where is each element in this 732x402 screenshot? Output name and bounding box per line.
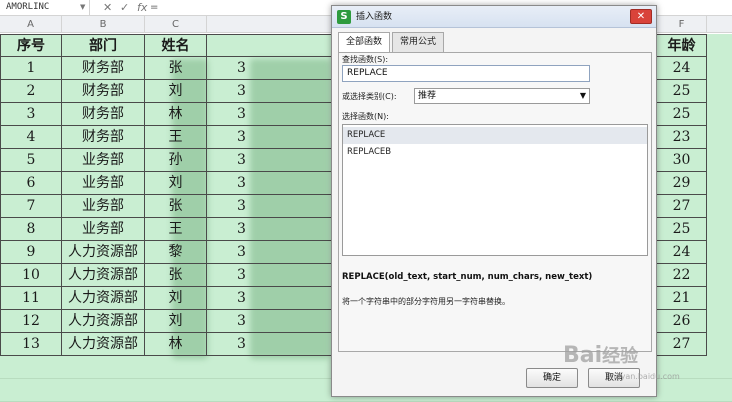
cell-name[interactable]: 王 <box>145 218 207 241</box>
wps-logo-icon: S <box>337 10 351 24</box>
cell-age[interactable]: 27 <box>657 195 707 218</box>
cell-name[interactable]: 刘 <box>145 287 207 310</box>
cell-dept[interactable]: 财务部 <box>62 57 145 80</box>
cell-name[interactable]: 王 <box>145 126 207 149</box>
fx-icon[interactable]: fx <box>137 0 147 15</box>
function-list[interactable]: REPLACE REPLACEB <box>342 124 648 256</box>
cell-name[interactable]: 林 <box>145 333 207 356</box>
cell-age[interactable]: 25 <box>657 80 707 103</box>
cell-dept[interactable]: 业务部 <box>62 172 145 195</box>
cell-name[interactable]: 张 <box>145 57 207 80</box>
cell-dept[interactable]: 人力资源部 <box>62 264 145 287</box>
cell-dept[interactable]: 业务部 <box>62 218 145 241</box>
search-input-value: REPLACE <box>347 68 388 78</box>
cell-name[interactable]: 刘 <box>145 80 207 103</box>
watermark-logo-suffix: 经验 <box>602 346 639 367</box>
cell-name[interactable]: 孙 <box>145 149 207 172</box>
cell-name[interactable]: 刘 <box>145 310 207 333</box>
cell-age[interactable]: 23 <box>657 126 707 149</box>
name-box-dropdown-icon[interactable]: ▼ <box>80 0 85 15</box>
cancel-icon[interactable]: ✕ <box>103 0 112 15</box>
watermark-url: jingyan.baidu.com <box>606 372 680 381</box>
cell-seq[interactable]: 9 <box>0 241 62 264</box>
confirm-icon[interactable]: ✓ <box>120 0 129 15</box>
cell-dept[interactable]: 人力资源部 <box>62 241 145 264</box>
formula-input[interactable]: = <box>150 0 158 15</box>
header-seq[interactable]: 序号 <box>0 34 62 57</box>
column-header-b[interactable]: B <box>62 16 145 33</box>
cell-dept[interactable]: 业务部 <box>62 149 145 172</box>
cell-dept[interactable]: 人力资源部 <box>62 310 145 333</box>
category-select-value: 推荐 <box>418 91 437 101</box>
cell-dept[interactable]: 人力资源部 <box>62 287 145 310</box>
cell-age[interactable]: 21 <box>657 287 707 310</box>
column-header-f[interactable]: F <box>657 16 707 33</box>
cell-dept[interactable]: 财务部 <box>62 103 145 126</box>
cell-seq[interactable]: 3 <box>0 103 62 126</box>
cell-seq[interactable]: 10 <box>0 264 62 287</box>
cell-seq[interactable]: 8 <box>0 218 62 241</box>
dialog-tabs: 全部函数 常用公式 <box>338 32 648 53</box>
cell-dept[interactable]: 财务部 <box>62 80 145 103</box>
cell-seq[interactable]: 4 <box>0 126 62 149</box>
cell-name[interactable]: 张 <box>145 264 207 287</box>
cell-age[interactable]: 24 <box>657 57 707 80</box>
function-list-label: 选择函数(N): <box>342 112 389 121</box>
search-label: 查找函数(S): <box>342 55 389 64</box>
cell-seq[interactable]: 7 <box>0 195 62 218</box>
name-box[interactable]: AMORLINC <box>0 0 90 15</box>
cell-dept[interactable]: 人力资源部 <box>62 333 145 356</box>
cell-seq[interactable]: 2 <box>0 80 62 103</box>
function-item-replaceb[interactable]: REPLACEB <box>343 144 647 161</box>
function-item-replace[interactable]: REPLACE <box>343 127 647 144</box>
cell-seq[interactable]: 13 <box>0 333 62 356</box>
cell-name[interactable]: 林 <box>145 103 207 126</box>
cell-name[interactable]: 刘 <box>145 172 207 195</box>
function-signature: REPLACE(old_text, start_num, num_chars, … <box>342 272 593 282</box>
cell-name[interactable]: 张 <box>145 195 207 218</box>
cell-seq[interactable]: 11 <box>0 287 62 310</box>
dialog-title-bar[interactable]: S 插入函数 ✕ <box>332 6 656 28</box>
column-header-c[interactable]: C <box>145 16 207 33</box>
baidu-watermark-logo: Bai经验 <box>563 336 723 376</box>
cell-age[interactable]: 22 <box>657 264 707 287</box>
header-name[interactable]: 姓名 <box>145 34 207 57</box>
function-description: 将一个字符串中的部分字符用另一字符串替换。 <box>342 297 510 306</box>
cell-age[interactable]: 25 <box>657 218 707 241</box>
watermark-logo-text: Bai <box>563 343 603 368</box>
cell-seq[interactable]: 12 <box>0 310 62 333</box>
cell-seq[interactable]: 5 <box>0 149 62 172</box>
cell-dept[interactable]: 业务部 <box>62 195 145 218</box>
category-select[interactable]: 推荐 ▼ <box>414 88 590 104</box>
close-button[interactable]: ✕ <box>630 9 652 24</box>
cell-name[interactable]: 黎 <box>145 241 207 264</box>
column-header-a[interactable]: A <box>0 16 62 33</box>
cell-age[interactable]: 25 <box>657 103 707 126</box>
cell-age[interactable]: 24 <box>657 241 707 264</box>
tab-common-formulas[interactable]: 常用公式 <box>392 32 445 52</box>
dialog-title: 插入函数 <box>356 12 393 22</box>
header-dept[interactable]: 部门 <box>62 34 145 57</box>
cell-seq[interactable]: 6 <box>0 172 62 195</box>
cell-age[interactable]: 26 <box>657 310 707 333</box>
cell-age[interactable]: 30 <box>657 149 707 172</box>
cell-seq[interactable]: 1 <box>0 57 62 80</box>
cell-age[interactable]: 29 <box>657 172 707 195</box>
tab-all-functions[interactable]: 全部函数 <box>338 32 391 53</box>
header-age[interactable]: 年龄 <box>657 34 707 57</box>
category-label: 或选择类别(C): <box>342 92 397 101</box>
cell-dept[interactable]: 财务部 <box>62 126 145 149</box>
chevron-down-icon: ▼ <box>579 91 586 100</box>
search-input[interactable]: REPLACE <box>342 65 590 82</box>
